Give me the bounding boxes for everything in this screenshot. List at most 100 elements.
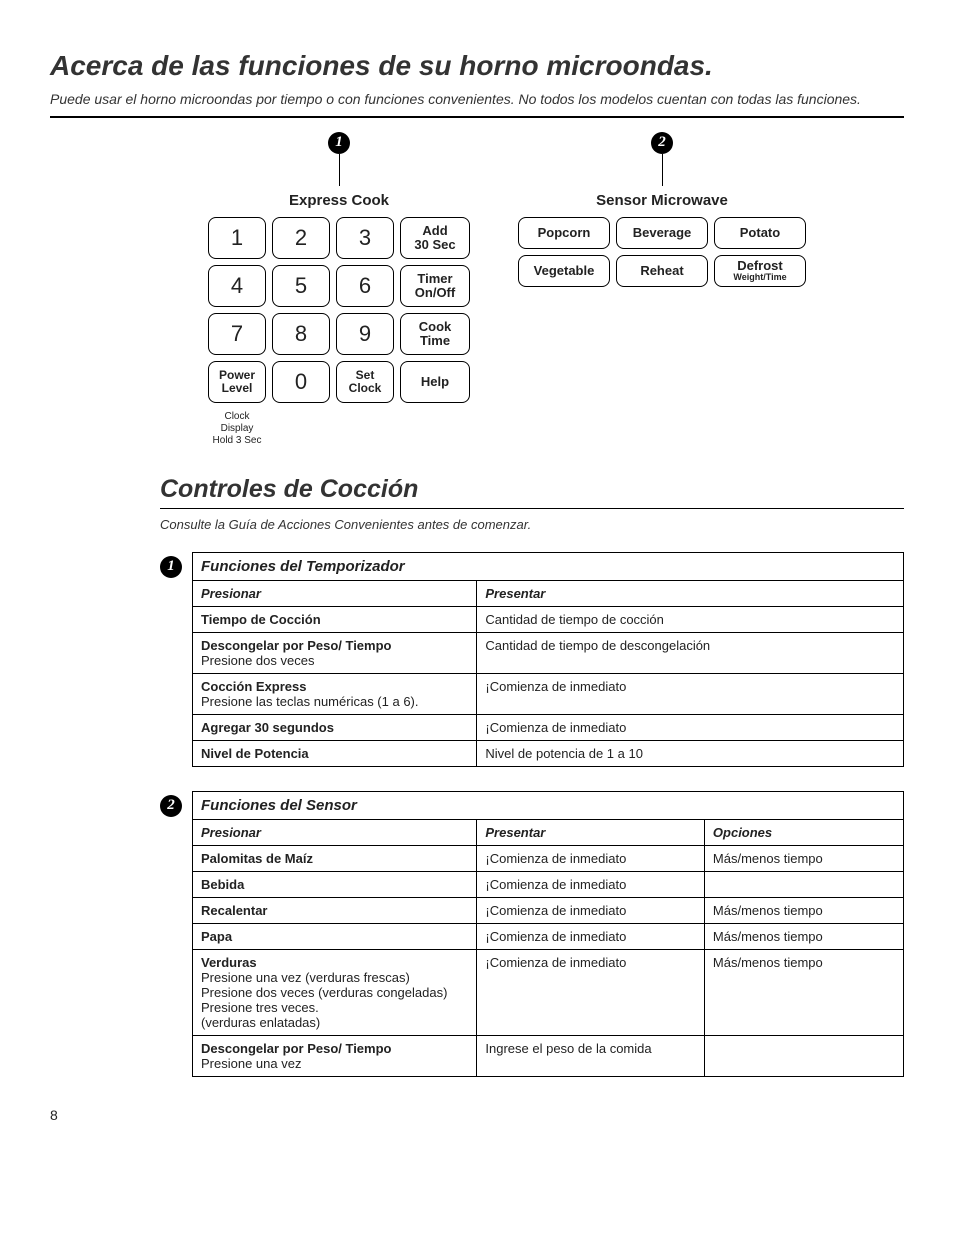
key-potato[interactable]: Potato [714,217,806,249]
page-title: Acerca de las funciones de su horno micr… [50,50,904,82]
cell-sub: Presione las teclas numéricas (1 a 6). [201,694,418,709]
table-row: Cocción ExpressPresione las teclas numér… [193,673,904,714]
key-power-l1: Power [219,369,255,382]
keypad: 1 2 3 Add 30 Sec 4 5 6 Timer On/Off 7 8 … [208,217,470,447]
cell: Tiempo de Cocción [193,606,477,632]
cell: ¡Comienza de inmediato [477,897,705,923]
cell: ¡Comienza de inmediato [477,845,705,871]
key-cook-l1: Cook [419,320,452,334]
table-row: Descongelar por Peso/ Tiempo Presione un… [193,1035,904,1076]
key-setclock-l2: Clock [349,382,382,395]
key-defrost[interactable]: Defrost Weight/Time [714,255,806,287]
table-row: Papa ¡Comienza de inmediato Más/menos ti… [193,923,904,949]
key-beverage[interactable]: Beverage [616,217,708,249]
key-power-level[interactable]: Power Level [208,361,266,403]
key-power-l2: Level [222,382,253,395]
cell: Más/menos tiempo [704,949,903,1035]
cell-b: Cocción Express [201,679,307,694]
section-title: Controles de Cocción [160,475,904,504]
table-row: Verduras Presione una vez (verduras fres… [193,949,904,1035]
cell: Descongelar por Peso/ TiempoPresione dos… [193,632,477,673]
panel-sensor-microwave: 2 Sensor Microwave Popcorn Beverage Pota… [518,132,806,447]
cell: Más/menos tiempo [704,923,903,949]
foot-l2: Hold 3 Sec [213,435,262,446]
cell: ¡Comienza de inmediato [477,923,705,949]
key-5[interactable]: 5 [272,265,330,307]
table1-h1: Presionar [193,580,477,606]
leader-line [662,154,663,186]
cell: Verduras Presione una vez (verduras fres… [193,949,477,1035]
table-row: Agregar 30 segundos ¡Comienza de inmedia… [193,714,904,740]
cell: Cantidad de tiempo de cocción [477,606,904,632]
foot-l1: Clock Display [221,411,254,434]
key-1[interactable]: 1 [208,217,266,259]
table-row: Palomitas de Maíz ¡Comienza de inmediato… [193,845,904,871]
table1-wrap: 1 Funciones del Temporizador Presionar P… [160,552,904,767]
divider [50,116,904,118]
cell: Recalentar [193,897,477,923]
callout-2: 2 [651,132,673,154]
cell: ¡Comienza de inmediato [477,714,904,740]
cell: Descongelar por Peso/ Tiempo Presione un… [193,1035,477,1076]
key-defrost-l2: Weight/Time [733,273,786,282]
cell: Agregar 30 segundos [193,714,477,740]
cell: Bebida [193,871,477,897]
key-cook-time[interactable]: Cook Time [400,313,470,355]
table-row: Recalentar ¡Comienza de inmediato Más/me… [193,897,904,923]
key-4[interactable]: 4 [208,265,266,307]
key-6[interactable]: 6 [336,265,394,307]
cell [704,1035,903,1076]
table2-h1: Presionar [193,819,477,845]
key-8[interactable]: 8 [272,313,330,355]
cell-sub: Presione una vez (verduras frescas) [201,970,410,985]
cell: Más/menos tiempo [704,845,903,871]
key-timer-onoff[interactable]: Timer On/Off [400,265,470,307]
key-2[interactable]: 2 [272,217,330,259]
table2-h2: Presentar [477,819,705,845]
key-popcorn[interactable]: Popcorn [518,217,610,249]
callout-table-2: 2 [160,795,182,817]
cell-b: Descongelar por Peso/ Tiempo [201,1041,391,1056]
key-7[interactable]: 7 [208,313,266,355]
table1-h2: Presentar [477,580,904,606]
key-vegetable[interactable]: Vegetable [518,255,610,287]
key-add30-l2: 30 Sec [414,238,455,252]
cell-sub: Presione dos veces [201,653,314,668]
cell: Palomitas de Maíz [193,845,477,871]
cell: Nivel de potencia de 1 a 10 [477,740,904,766]
divider [160,508,904,509]
callout-table-1: 1 [160,556,182,578]
cell: ¡Comienza de inmediato [477,949,705,1035]
cell-sub: Presione una vez [201,1056,301,1071]
key-timer-l1: Timer [417,272,452,286]
table-row: Tiempo de Cocción Cantidad de tiempo de … [193,606,904,632]
cell-sub: (verduras enlatadas) [201,1015,320,1030]
table2-wrap: 2 Funciones del Sensor Presionar Present… [160,791,904,1077]
cell: Más/menos tiempo [704,897,903,923]
key-set-clock[interactable]: Set Clock [336,361,394,403]
table-funciones-sensor: Funciones del Sensor Presionar Presentar… [192,791,904,1077]
key-add-30-sec[interactable]: Add 30 Sec [400,217,470,259]
key-reheat[interactable]: Reheat [616,255,708,287]
key-help[interactable]: Help [400,361,470,403]
key-setclock-l1: Set [356,369,375,382]
table-row: Descongelar por Peso/ TiempoPresione dos… [193,632,904,673]
key-cook-l2: Time [420,334,450,348]
section-controles: Controles de Cocción Consulte la Guía de… [160,475,904,1077]
cell-b: Verduras [201,955,257,970]
cell: ¡Comienza de inmediato [477,871,705,897]
table2-title: Funciones del Sensor [193,791,904,819]
sensor-keys: Popcorn Beverage Potato Vegetable Reheat… [518,217,806,287]
table-funciones-temporizador: Funciones del Temporizador Presionar Pre… [192,552,904,767]
key-0[interactable]: 0 [272,361,330,403]
key-9[interactable]: 9 [336,313,394,355]
callout-1: 1 [328,132,350,154]
key-3[interactable]: 3 [336,217,394,259]
page-number: 8 [50,1107,904,1123]
panel-title-express: Express Cook [289,192,389,209]
table1-title: Funciones del Temporizador [193,552,904,580]
key-timer-l2: On/Off [415,286,455,300]
leader-line [339,154,340,186]
table2-h3: Opciones [704,819,903,845]
cell-sub: Presione dos veces (verduras congeladas) [201,985,447,1000]
